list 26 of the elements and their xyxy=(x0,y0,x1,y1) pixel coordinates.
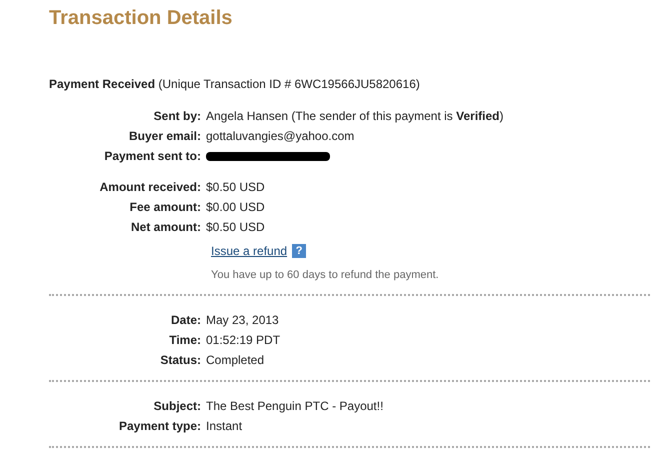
refund-link[interactable]: Issue a refund xyxy=(211,242,288,260)
field-label: Amount received: xyxy=(98,179,202,196)
field-label: Subject: xyxy=(152,398,202,414)
field-value: May 23, 2013 xyxy=(206,312,279,328)
field-value: $0.50 USD xyxy=(206,219,265,236)
field-label: Buyer email: xyxy=(128,128,202,145)
field-label: Net amount: xyxy=(130,219,202,236)
refund-note: You have up to 60 days to refund the payment. xyxy=(211,268,440,283)
field-value: Completed xyxy=(206,352,264,368)
field-label: Time: xyxy=(168,332,202,348)
field-label: Date: xyxy=(170,312,202,328)
field-value: The Best Penguin PTC - Payout!! xyxy=(206,398,384,414)
page-title: Transaction Details xyxy=(49,6,234,30)
field-value: Angela Hansen (The sender of this payment is Verified) xyxy=(206,108,504,125)
field-value: Instant xyxy=(206,418,242,434)
field-label: Payment sent to: xyxy=(103,148,202,165)
field-value: $0.00 USD xyxy=(206,199,265,216)
field-value: $0.50 USD xyxy=(206,179,265,196)
field-label: Status: xyxy=(159,352,202,368)
field-label: Payment type: xyxy=(118,418,202,434)
field-label: Fee amount: xyxy=(128,199,202,216)
field-value: gottaluvangies@yahoo.com xyxy=(206,128,354,145)
help-icon[interactable]: ? xyxy=(292,244,306,258)
payment-heading: Payment Received (Unique Transaction ID # 6WC19566JU5820616) xyxy=(49,76,421,93)
field-value: 01:52:19 PDT xyxy=(206,332,280,348)
field-label: Sent by: xyxy=(152,108,202,125)
